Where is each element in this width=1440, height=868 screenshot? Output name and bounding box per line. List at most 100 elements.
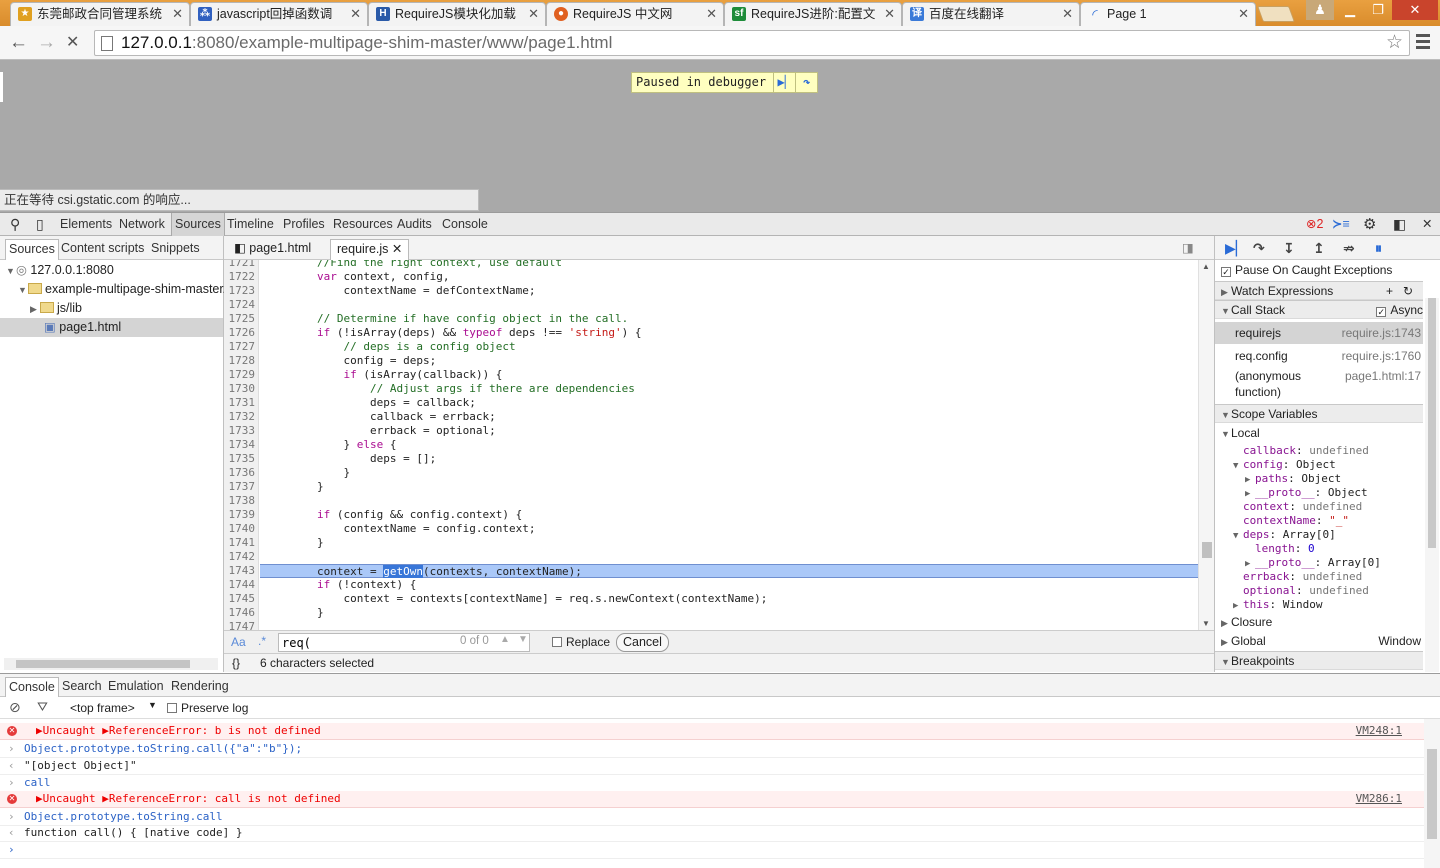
add-watch-icon[interactable]: + xyxy=(1386,282,1393,301)
code-line[interactable]: contextName = config.context; xyxy=(260,522,1198,536)
line-number[interactable]: 1745 xyxy=(229,592,256,606)
drawer-tab-console[interactable]: Console xyxy=(5,677,59,698)
line-number[interactable]: 1721 xyxy=(229,260,256,270)
console-source-link[interactable]: VM248:1 xyxy=(1356,723,1402,739)
call-frame-row[interactable]: requirejs require.js:1743 xyxy=(1215,322,1423,344)
code-line[interactable] xyxy=(260,550,1198,564)
tab-close-icon[interactable]: ✕ xyxy=(1062,3,1073,25)
code-line[interactable]: errback = optional; xyxy=(260,424,1198,438)
scope-variable-row[interactable]: errback: undefined xyxy=(1215,570,1423,584)
scope-variable-row[interactable]: ▶ this: Window xyxy=(1215,598,1423,612)
line-number[interactable]: 1730 xyxy=(229,382,256,396)
url-text[interactable]: 127.0.0.1:8080/example-multipage-shim-ma… xyxy=(121,31,612,55)
console-message[interactable]: ▶Uncaught ▶ReferenceError: call is not d… xyxy=(24,792,341,805)
code-line[interactable] xyxy=(260,620,1198,630)
line-number[interactable]: 1722 xyxy=(229,270,256,284)
editor-tab-requirejs[interactable]: require.js ✕ xyxy=(330,239,410,260)
console-output[interactable]: ✕ ▶Uncaught ▶ReferenceError: b is not def… xyxy=(0,719,1424,868)
scope-variable-row[interactable]: context: undefined xyxy=(1215,500,1423,514)
line-number[interactable]: 1729 xyxy=(229,368,256,382)
line-number[interactable]: 1733 xyxy=(229,424,256,438)
tab-console[interactable]: Console xyxy=(439,213,491,236)
tab-timeline[interactable]: Timeline xyxy=(224,213,277,236)
back-arrow-icon[interactable]: ← xyxy=(9,32,28,54)
browser-tab-7[interactable]: ◜ Page 1 ✕ xyxy=(1080,2,1256,27)
line-number[interactable]: 1737 xyxy=(229,480,256,494)
tree-item-folder[interactable]: ▼ example-multipage-shim-master/ xyxy=(18,280,227,299)
find-input[interactable] xyxy=(278,633,530,652)
refresh-watch-icon[interactable]: ↻ xyxy=(1403,282,1413,301)
replace-toggle[interactable]: Replace xyxy=(552,635,610,649)
current-execution-line[interactable]: context = getOwn(contexts, contextName); xyxy=(260,564,1198,578)
drawer-tab-search[interactable]: Search xyxy=(59,677,105,698)
line-number[interactable]: 1732 xyxy=(229,410,256,424)
call-frame-row[interactable]: (anonymous page1.html:17 function) xyxy=(1215,368,1423,404)
code-line[interactable]: config = deps; xyxy=(260,354,1198,368)
breakpoints-header[interactable]: ▼Breakpoints xyxy=(1215,651,1423,670)
settings-gear-icon[interactable]: ⚙ xyxy=(1360,213,1379,236)
line-number[interactable]: 1725 xyxy=(229,312,256,326)
code-line[interactable]: // Determine if have config object in th… xyxy=(260,312,1198,326)
sidebar-scrollbar[interactable] xyxy=(1425,298,1439,672)
code-line[interactable]: callback = errback; xyxy=(260,410,1198,424)
call-stack-header[interactable]: ▼Call Stack ✓ Async xyxy=(1215,300,1423,319)
line-number[interactable]: 1736 xyxy=(229,466,256,480)
code-line[interactable]: var context, config, xyxy=(260,270,1198,284)
resume-icon[interactable]: ▶▏ xyxy=(773,73,795,92)
minimize-icon[interactable]: ▁ xyxy=(1336,0,1364,20)
watch-expressions-header[interactable]: ▶ Watch Expressions + ↻ xyxy=(1215,281,1423,300)
expand-triangle-icon[interactable]: ▼ xyxy=(18,281,28,300)
scope-variable-row[interactable]: callback: undefined xyxy=(1215,444,1423,458)
code-line[interactable] xyxy=(260,298,1198,312)
line-number[interactable]: 1742 xyxy=(229,550,256,564)
browser-tab-4[interactable]: ● RequireJS 中文网 ✕ xyxy=(546,2,724,26)
expand-triangle-icon[interactable]: ▼ xyxy=(1233,529,1243,543)
step-out-icon[interactable]: ↥ xyxy=(1313,239,1325,257)
browser-tab-5[interactable]: sf RequireJS进阶:配置文 ✕ xyxy=(724,2,902,26)
code-line[interactable]: } xyxy=(260,536,1198,550)
step-into-icon[interactable]: ↧ xyxy=(1283,239,1295,257)
forward-arrow-icon[interactable]: → xyxy=(37,32,56,54)
console-message[interactable]: ▶Uncaught ▶ReferenceError: b is not defi… xyxy=(24,724,321,737)
tab-sources[interactable]: Sources xyxy=(171,213,225,236)
call-frame-location[interactable]: require.js:1760 xyxy=(1342,345,1421,367)
tab-close-icon[interactable]: ✕ xyxy=(172,3,183,25)
line-number[interactable]: 1741 xyxy=(229,536,256,550)
address-bar[interactable]: 127.0.0.1:8080/example-multipage-shim-ma… xyxy=(94,30,1410,56)
expand-triangle-icon[interactable]: ▶ xyxy=(1245,557,1255,571)
close-devtools-icon[interactable]: ✕ xyxy=(1419,213,1435,236)
scope-variables-header[interactable]: ▼Scope Variables xyxy=(1215,404,1423,423)
resume-icon[interactable]: ▶▏ xyxy=(1225,239,1247,257)
line-number[interactable]: 1743 xyxy=(229,564,256,578)
code-area[interactable]: //Find the right context, use default va… xyxy=(260,260,1198,630)
tab-elements[interactable]: Elements xyxy=(57,213,115,236)
scope-closure-row[interactable]: ▶ Closure xyxy=(1215,613,1423,632)
code-line[interactable]: // Adjust args if there are dependencies xyxy=(260,382,1198,396)
scope-variable-row[interactable]: ▼ config: Object xyxy=(1215,458,1423,472)
error-count-badge[interactable]: ⊗2 xyxy=(1303,213,1326,236)
line-number[interactable]: 1746 xyxy=(229,606,256,620)
replace-checkbox[interactable] xyxy=(552,637,562,647)
device-mode-icon[interactable]: ▯ xyxy=(33,213,47,236)
code-line[interactable]: deps = callback; xyxy=(260,396,1198,410)
deactivate-breakpoints-icon[interactable]: ⇏ xyxy=(1343,239,1355,257)
tab-audits[interactable]: Audits xyxy=(394,213,435,236)
call-frame-row[interactable]: req.config require.js:1760 xyxy=(1215,345,1423,367)
code-line[interactable]: if (isArray(callback)) { xyxy=(260,368,1198,382)
line-number[interactable]: 1747 xyxy=(229,620,256,630)
scroll-up-icon[interactable]: ▲ xyxy=(1202,262,1210,271)
code-line[interactable]: context = contexts[contextName] = req.s.… xyxy=(260,592,1198,606)
console-source-link[interactable]: VM286:1 xyxy=(1356,791,1402,807)
editor-tab-page1[interactable]: ◧ page1.html xyxy=(228,239,317,260)
prev-match-icon[interactable]: ▲ xyxy=(500,634,510,645)
console-prompt[interactable]: › xyxy=(0,842,1424,859)
code-line[interactable] xyxy=(260,494,1198,508)
pause-caught-row[interactable]: ✓ Pause On Caught Exceptions xyxy=(1215,261,1423,280)
match-case-toggle[interactable]: Aa xyxy=(231,635,246,649)
browser-tab-3[interactable]: H RequireJS模块化加载 ✕ xyxy=(368,2,546,26)
clear-console-icon[interactable]: ⊘ xyxy=(9,699,21,716)
code-line[interactable]: if (!isArray(deps) && typeof deps !== 's… xyxy=(260,326,1198,340)
call-frame-location[interactable]: require.js:1743 xyxy=(1342,322,1421,344)
browser-tab-6[interactable]: 译 百度在线翻译 ✕ xyxy=(902,2,1080,26)
new-tab-button[interactable] xyxy=(1257,6,1295,22)
